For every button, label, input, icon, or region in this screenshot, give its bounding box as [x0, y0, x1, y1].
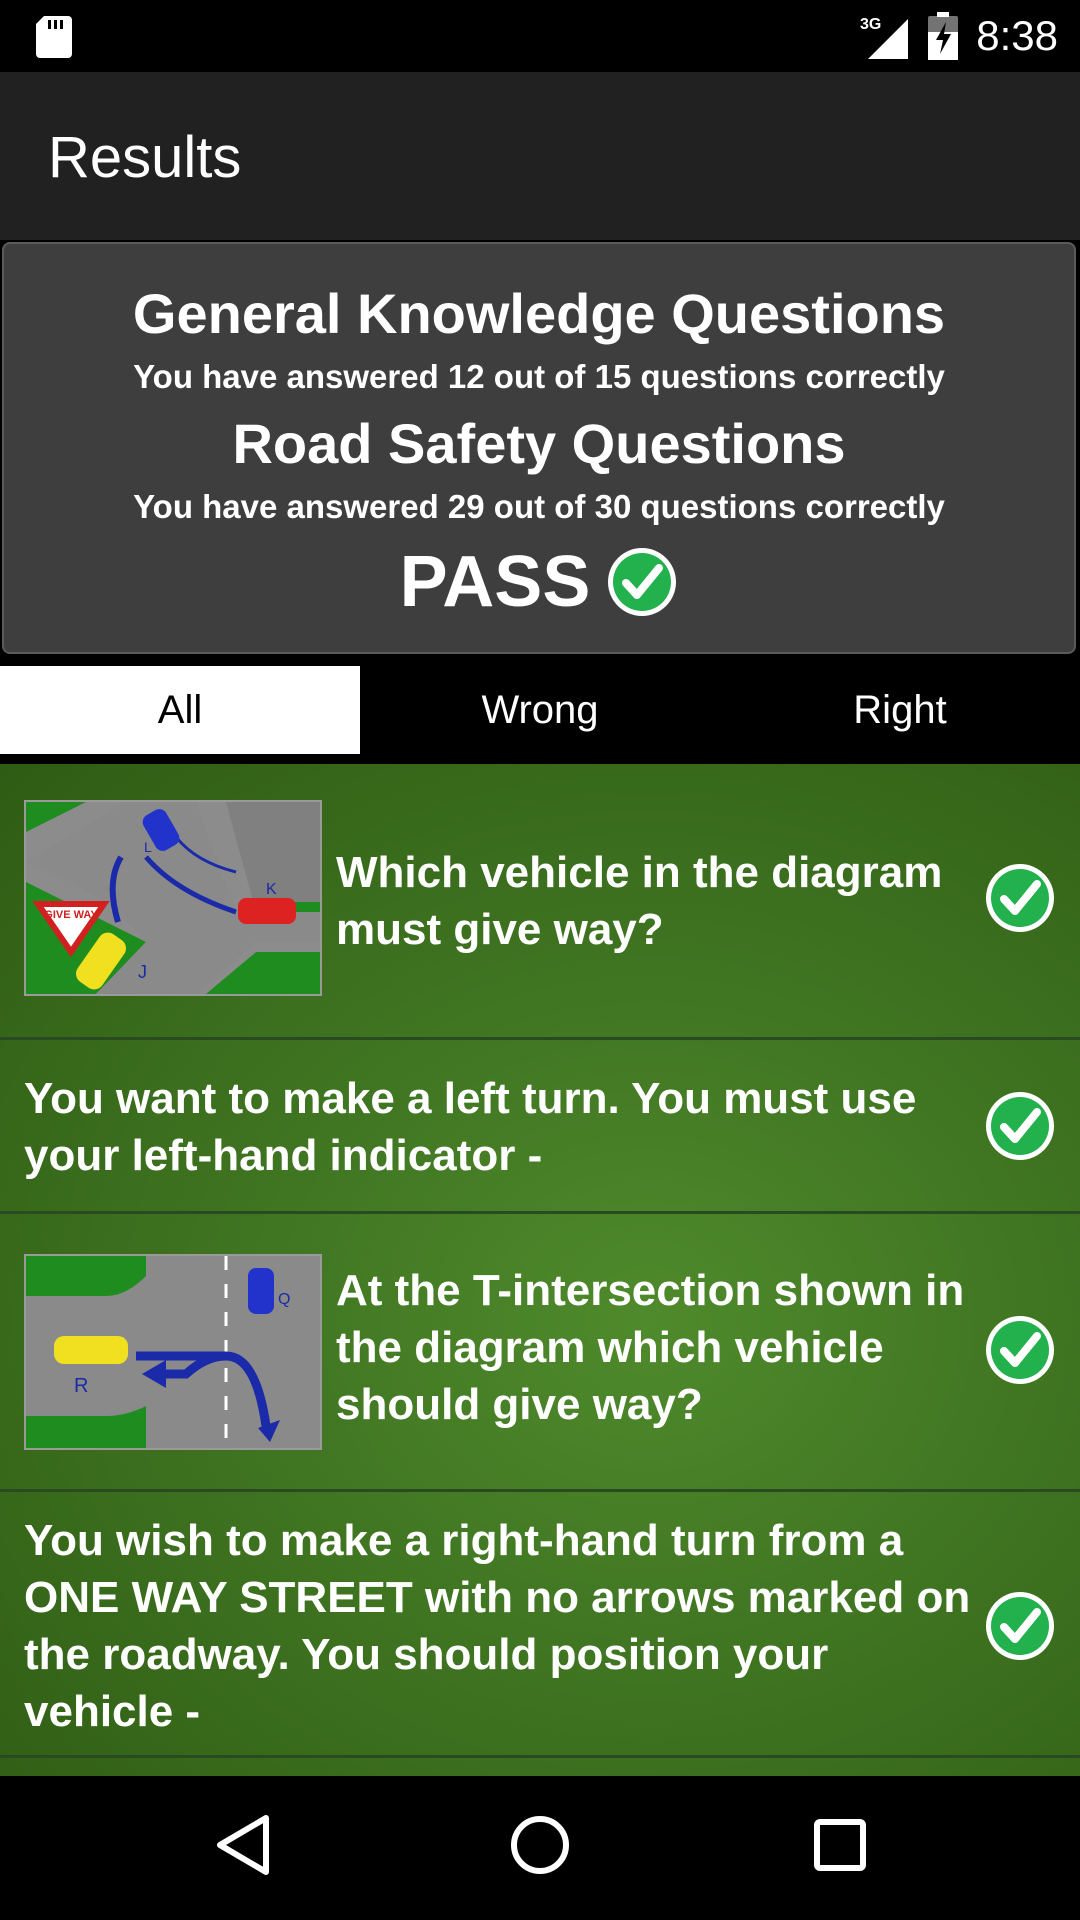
tab-right[interactable]: Right	[720, 666, 1080, 754]
status-time: 8:38	[976, 12, 1058, 59]
signal-3g-icon: 3G	[860, 16, 909, 59]
t-intersection-diagram: Q R	[24, 1254, 322, 1450]
question-text: You want to make a left turn. You must u…	[24, 1074, 917, 1180]
home-icon[interactable]	[508, 1812, 572, 1878]
filter-tabs: All Wrong Right	[0, 666, 1080, 754]
question-row[interactable]: Q R At the T-intersection shown in the d…	[0, 1214, 1080, 1492]
app-bar: Results	[0, 72, 1080, 240]
general-knowledge-title: General Knowledge Questions	[132, 282, 946, 345]
question-row[interactable]: You wish to make a right-hand turn from …	[0, 1492, 1080, 1758]
correct-check-icon	[986, 1092, 1054, 1160]
question-text: Which vehicle in the diagram must give w…	[336, 848, 943, 954]
pass-verdict: PASS	[399, 542, 591, 622]
battery-charging-icon	[928, 12, 959, 60]
svg-text:R: R	[74, 1375, 88, 1397]
question-text: At the T-intersection shown in the diagr…	[336, 1266, 965, 1429]
status-bar: 3G 8:38	[0, 0, 1080, 72]
road-safety-result: You have answered 29 out of 30 questions…	[133, 488, 945, 525]
give-way-diagram: GIVE WAY L K J	[24, 800, 322, 996]
recents-icon[interactable]	[810, 1812, 870, 1878]
verdict-row: PASS	[4, 542, 1074, 622]
question-text: You wish to make a right-hand turn from …	[24, 1516, 971, 1736]
back-icon[interactable]	[212, 1812, 272, 1878]
svg-text:J: J	[138, 962, 147, 982]
pass-check-icon	[608, 548, 677, 616]
svg-text:Q: Q	[278, 1291, 290, 1308]
navigation-bar	[0, 1776, 1080, 1920]
question-row[interactable]: GIVE WAY L K J Which vehicle in the diag…	[0, 764, 1080, 1040]
question-row[interactable]: You want to make a left turn. You must u…	[0, 1040, 1080, 1214]
road-safety-title: Road Safety Questions	[232, 412, 846, 475]
tab-wrong[interactable]: Wrong	[360, 666, 720, 754]
svg-text:K: K	[266, 881, 277, 898]
tab-all[interactable]: All	[0, 666, 360, 754]
svg-text:GIVE WAY: GIVE WAY	[44, 909, 98, 921]
svg-text:3G: 3G	[860, 16, 881, 33]
general-knowledge-result: You have answered 12 out of 15 questions…	[133, 358, 945, 395]
svg-text:L: L	[144, 839, 152, 855]
correct-check-icon	[986, 864, 1054, 932]
sd-card-icon	[36, 16, 72, 58]
correct-check-icon	[986, 1592, 1054, 1660]
question-list[interactable]: GIVE WAY L K J Which vehicle in the diag…	[0, 764, 1080, 1776]
correct-check-icon	[986, 1316, 1054, 1384]
results-summary-card: General Knowledge Questions You have ans…	[2, 242, 1076, 654]
page-title: Results	[48, 125, 242, 190]
